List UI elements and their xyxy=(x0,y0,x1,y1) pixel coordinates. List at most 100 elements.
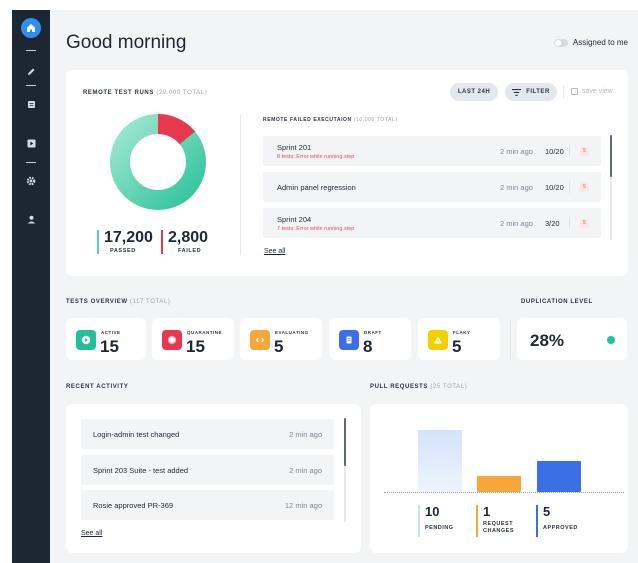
pull-requests-title: PULL REQUESTS (25 TOTAL) xyxy=(370,384,467,390)
sidebar-divider xyxy=(26,85,36,86)
code-icon xyxy=(250,330,270,350)
play-icon xyxy=(27,139,35,147)
activity-row-time: 2 min ago xyxy=(289,430,322,439)
failed-row-name: Sprint 204 xyxy=(277,215,312,224)
overview-card-evaluating[interactable]: EVALUATING 5 xyxy=(240,318,322,360)
failed-row-time: 2 min ago xyxy=(500,219,533,228)
see-all-failed-link[interactable]: See all xyxy=(264,248,285,255)
activity-row[interactable]: Rosie approved PR-369 12 min ago xyxy=(81,490,334,520)
last-24h-button[interactable]: LAST 24H xyxy=(450,83,498,101)
pr-stat-marker xyxy=(418,505,420,537)
sidebar-item-runs[interactable] xyxy=(12,135,50,151)
passed-label: PASSED xyxy=(110,248,136,254)
failed-stat: 2,800 FAILED xyxy=(161,230,208,254)
failed-row-ratio: 10/20 xyxy=(545,183,564,192)
pr-stat-label: PENDING xyxy=(425,525,454,531)
app-frame: Good morning Assigned to me REMOTE TEST … xyxy=(0,0,638,563)
tests-overview-title: TESTS OVERVIEW (117 TOTAL) xyxy=(66,299,170,305)
failed-row-error: 7 tests: Error while running step xyxy=(277,226,355,232)
card-divider xyxy=(240,115,241,255)
scrollbar-thumb[interactable] xyxy=(344,418,346,466)
overview-card-quarantine[interactable]: QUARANTINE 15 xyxy=(152,318,234,360)
overview-card-value: 8 xyxy=(363,337,373,356)
sidebar-item-edit[interactable] xyxy=(12,63,50,79)
failed-row-time: 2 min ago xyxy=(500,147,533,156)
cube-icon xyxy=(162,330,182,350)
pr-stat-value: 10 xyxy=(425,504,440,519)
user-icon xyxy=(27,215,35,223)
duplication-value: 28% xyxy=(530,331,565,350)
pr-stat-label: REQUEST CHANGES xyxy=(483,521,515,534)
passed-marker xyxy=(97,230,99,254)
failed-row[interactable]: Sprint 201 8 tests: Error while running … xyxy=(263,136,601,166)
pr-bar-approved xyxy=(537,461,581,492)
save-icon xyxy=(571,88,578,95)
see-all-activity-link[interactable]: See all xyxy=(81,530,102,537)
pr-stat-value: 5 xyxy=(543,504,551,519)
passed-stat: 17,200 PASSED xyxy=(97,230,153,254)
pr-stat-request-changes: 1 REQUEST CHANGES xyxy=(476,505,519,537)
overview-divider xyxy=(510,320,511,360)
overview-card-value: 15 xyxy=(100,337,119,356)
activity-row[interactable]: Login-admin test changed 2 min ago xyxy=(81,419,334,449)
failed-row[interactable]: Sprint 204 7 tests: Error while running … xyxy=(263,208,601,238)
sidebar-item-profile[interactable] xyxy=(12,211,50,227)
sidebar-item-settings[interactable] xyxy=(12,173,50,189)
passed-value: 17,200 xyxy=(104,229,153,246)
failed-row[interactable]: Admin panel regression 2 min ago 10/20 5 xyxy=(263,172,601,202)
sidebar-divider xyxy=(26,50,36,51)
pull-requests-title-text: PULL REQUESTS xyxy=(370,384,429,390)
list-icon xyxy=(27,100,35,108)
failed-row-divider xyxy=(569,181,570,193)
overview-card-draft[interactable]: DRAFT 8 xyxy=(329,318,411,360)
sidebar-item-suites[interactable] xyxy=(12,96,50,112)
failed-row-error: 8 tests: Error while running step xyxy=(277,154,355,160)
pr-stat-marker xyxy=(476,505,478,537)
scrollbar-thumb[interactable] xyxy=(610,135,612,177)
pencil-icon xyxy=(27,68,34,75)
failed-scrollbar[interactable] xyxy=(610,135,612,240)
gear-icon xyxy=(26,176,36,186)
pr-bar-request-changes xyxy=(477,476,521,492)
failed-total: (10,000 TOTAL) xyxy=(353,117,398,123)
remote-runs-title: REMOTE TEST RUNS (20.000 TOTAL) xyxy=(83,90,207,96)
last-24h-label: LAST 24H xyxy=(457,89,491,95)
failed-row-badge: 5 xyxy=(580,183,589,192)
toolbar-divider xyxy=(563,85,564,99)
sidebar-divider xyxy=(26,162,36,163)
pr-stat-value: 1 xyxy=(483,504,491,519)
assigned-to-me-toggle[interactable]: Assigned to me xyxy=(553,38,628,47)
failed-row-ratio: 3/20 xyxy=(545,219,560,228)
remote-runs-total: (20.000 TOTAL) xyxy=(156,90,208,96)
failed-row-badge: 5 xyxy=(580,147,589,156)
activity-row-name: Sprint 203 Suite - test added xyxy=(93,466,189,475)
activity-row-time: 2 min ago xyxy=(289,466,322,475)
activity-scrollbar[interactable] xyxy=(344,418,346,522)
donut-chart xyxy=(110,114,206,210)
sidebar-item-home[interactable] xyxy=(21,18,41,38)
toggle-switch[interactable] xyxy=(553,38,568,47)
save-view-button[interactable]: save view xyxy=(571,88,613,95)
activity-row[interactable]: Sprint 203 Suite - test added 2 min ago xyxy=(81,455,334,485)
overview-card-active[interactable]: ACTIVE 15 xyxy=(66,318,146,360)
overview-card-flaky[interactable]: FLAKY 5 xyxy=(418,318,500,360)
failed-title-text: REMOTE FAILED EXECUTAION xyxy=(263,117,352,123)
overview-card-label: FLAKY xyxy=(453,330,471,335)
save-view-label: save view xyxy=(582,88,613,95)
overview-card-value: 5 xyxy=(274,337,284,356)
duplication-title: DUPLICATION LEVEL xyxy=(521,299,593,305)
failed-marker xyxy=(161,230,163,254)
document-icon xyxy=(339,330,359,350)
duplication-status-dot xyxy=(607,336,615,344)
page-title: Good morning xyxy=(66,32,187,53)
failed-row-divider xyxy=(569,145,570,157)
failed-row-ratio: 10/20 xyxy=(545,147,564,156)
pull-requests-total: (25 TOTAL) xyxy=(430,384,468,390)
filter-button[interactable]: FILTER xyxy=(505,83,557,101)
failed-executions-title: REMOTE FAILED EXECUTAION (10,000 TOTAL) xyxy=(263,117,398,123)
overview-card-label: ACTIVE xyxy=(101,330,121,335)
filter-label: FILTER xyxy=(526,89,550,95)
overview-card-label: EVALUATING xyxy=(275,330,309,335)
activity-row-name: Login-admin test changed xyxy=(93,430,180,439)
assigned-label: Assigned to me xyxy=(572,38,628,47)
